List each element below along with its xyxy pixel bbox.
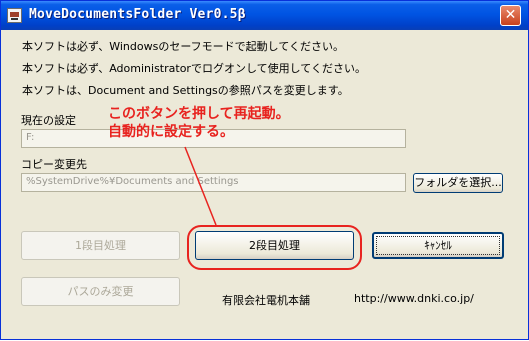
annotation-arrow: [184, 146, 217, 226]
app-window: MoveDocumentsFolder Ver0.5β ✕ 本ソフトは必ず、Wi…: [0, 0, 529, 340]
annotation-highlight: [187, 225, 362, 270]
annotation-arrow-line: [184, 146, 217, 226]
